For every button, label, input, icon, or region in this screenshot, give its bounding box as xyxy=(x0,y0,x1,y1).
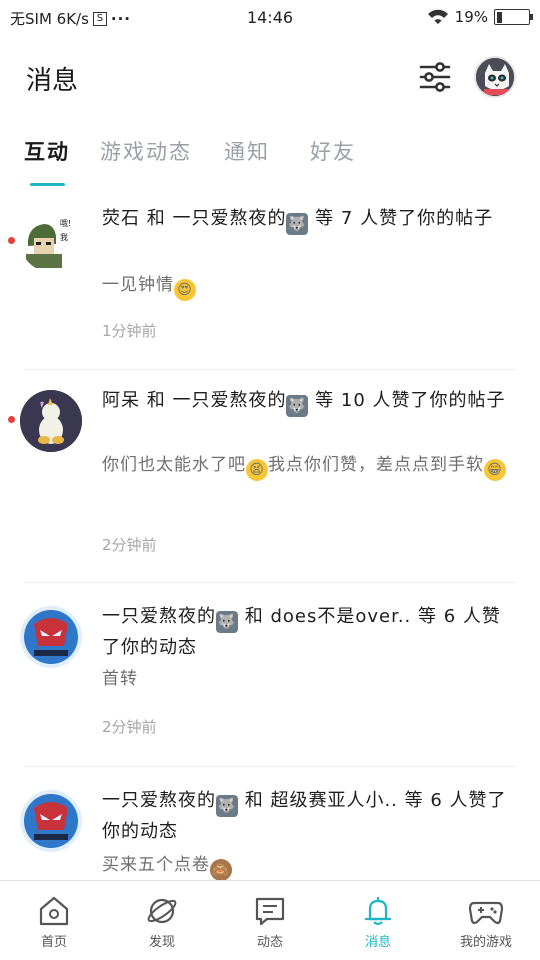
notification-title: 荧石 和 一只爱熬夜的 🐺 等 7 人赞了你的帖子 xyxy=(102,204,512,235)
planet-icon xyxy=(147,898,177,924)
grin-emoji-icon: 😁 xyxy=(484,459,506,481)
gamepad-icon xyxy=(468,901,504,925)
avatar[interactable]: 哦! 我 xyxy=(20,210,82,272)
timestamp: 2分钟前 xyxy=(102,718,157,736)
avatar[interactable] xyxy=(20,390,82,452)
heart-eyes-emoji-icon: 😍 xyxy=(174,279,196,301)
status-bar: 无SIM 6K/s S ··· 14:46 19% xyxy=(0,0,540,36)
title-text: 一只爱熬夜的 xyxy=(102,790,216,811)
divider xyxy=(24,766,516,767)
notification-body: 买来五个点卷 🙈 xyxy=(102,850,512,880)
soldier-avatar-icon: 哦! 我 xyxy=(20,210,82,272)
feed-item[interactable]: 一只爱熬夜的 🐺 和 超级赛亚人小.. 等 6 人赞了你的动态 买来五个点卷 🙈 xyxy=(0,768,540,880)
unicorn-avatar-icon xyxy=(20,390,82,452)
timestamp: 2分钟前 xyxy=(102,536,157,554)
feed-item[interactable]: 哦! 我 荧石 和 一只爱熬夜的 🐺 等 7 人赞了你的帖子 一见钟情 😍 1分钟前 xyxy=(0,196,540,370)
svg-text:哦!: 哦! xyxy=(60,218,71,228)
avatar[interactable] xyxy=(20,790,82,852)
tab-game-news[interactable]: 游戏动态 xyxy=(100,136,192,166)
page-title: 消息 xyxy=(26,66,79,96)
title-text: 阿呆 和 一只爱熬夜的 xyxy=(102,390,287,411)
nav-discover[interactable]: 发现 xyxy=(108,895,216,950)
notification-body: 你们也太能水了吧 😫 我点你们赞，差点点到手软 😁 xyxy=(102,450,512,481)
nav-feed[interactable]: 动态 xyxy=(216,895,324,950)
notification-title: 阿呆 和 一只爱熬夜的 🐺 等 10 人赞了你的帖子 xyxy=(102,386,512,417)
tab-active-indicator xyxy=(30,183,65,186)
nav-label: 首页 xyxy=(40,935,67,950)
home-icon xyxy=(39,896,69,926)
sliders-icon xyxy=(419,62,451,92)
interaction-feed: 哦! 我 荧石 和 一只爱熬夜的 🐺 等 7 人赞了你的帖子 一见钟情 😍 1分钟前 xyxy=(0,196,540,880)
nav-label: 动态 xyxy=(256,935,283,950)
wolf-icon: 🐺 xyxy=(216,795,238,817)
notification-title: 一只爱熬夜的 🐺 和 超级赛亚人小.. 等 6 人赞了你的动态 xyxy=(102,786,512,847)
cat-avatar-icon xyxy=(476,58,514,96)
title-text: 荧石 和 一只爱熬夜的 xyxy=(102,208,287,229)
tab-notifications[interactable]: 通知 xyxy=(224,136,270,166)
avatar[interactable] xyxy=(20,606,82,668)
wolf-icon: 🐺 xyxy=(286,395,309,417)
tab-friends[interactable]: 好友 xyxy=(310,136,356,166)
nav-label: 我的游戏 xyxy=(459,935,512,950)
body-text: 你们也太能水了吧 xyxy=(102,455,246,475)
battery-level xyxy=(496,11,503,23)
svg-text:我: 我 xyxy=(60,232,68,242)
title-text: 一只爱熬夜的 xyxy=(102,606,216,627)
tab-interaction[interactable]: 互动 xyxy=(24,136,70,166)
notification-title: 一只爱熬夜的 🐺 和 does不是over.. 等 6 人赞了你的动态 xyxy=(102,602,512,663)
bell-icon xyxy=(364,897,392,925)
unread-dot xyxy=(8,416,15,423)
wolf-icon: 🐺 xyxy=(286,213,309,235)
title-text-suffix: 等 10 人赞了你的帖子 xyxy=(308,390,506,411)
feed-item[interactable]: 一只爱熬夜的 🐺 和 does不是over.. 等 6 人赞了你的动态 首转 2分… xyxy=(0,584,540,768)
nav-my-games[interactable]: 我的游戏 xyxy=(432,895,540,950)
feed-item[interactable]: 阿呆 和 一只爱熬夜的 🐺 等 10 人赞了你的帖子 你们也太能水了吧 😫 我点你们赞… xyxy=(0,370,540,584)
battery-percent: 19% xyxy=(454,8,488,26)
chat-icon xyxy=(255,897,285,926)
header: 消息 xyxy=(0,48,540,108)
body-text-continued: 我点你们赞，差点点到手软 xyxy=(268,455,484,475)
title-text-suffix: 等 7 人赞了你的帖子 xyxy=(308,208,494,229)
nav-label: 消息 xyxy=(364,935,391,950)
wolf-icon: 🐺 xyxy=(216,611,238,633)
notification-body: 首转 xyxy=(102,669,138,689)
nav-messages[interactable]: 消息 xyxy=(324,895,432,950)
filter-settings-button[interactable] xyxy=(416,58,454,96)
nav-label: 发现 xyxy=(148,935,175,950)
nav-home[interactable]: 首页 xyxy=(0,895,108,950)
user-avatar[interactable] xyxy=(474,56,516,98)
wifi-icon xyxy=(427,9,448,24)
body-text: 买来五个点卷 xyxy=(102,855,210,875)
masked-hero-avatar-icon xyxy=(20,790,82,852)
notification-body: 一见钟情 😍 xyxy=(102,270,512,301)
timestamp: 1分钟前 xyxy=(102,322,157,340)
see-no-evil-monkey-emoji-icon: 🙈 xyxy=(210,859,232,880)
message-tabs: 互动 游戏动态 通知 好友 xyxy=(0,136,540,186)
status-right: 19% xyxy=(427,8,533,26)
tired-face-emoji-icon: 😫 xyxy=(246,459,268,481)
unread-dot xyxy=(8,237,15,244)
battery-icon xyxy=(494,9,533,25)
bottom-navigation: 首页 发现 动态 消息 我的游戏 xyxy=(0,880,540,960)
masked-hero-avatar-icon xyxy=(20,606,82,668)
divider xyxy=(24,582,516,583)
body-text: 一见钟情 xyxy=(102,275,174,295)
